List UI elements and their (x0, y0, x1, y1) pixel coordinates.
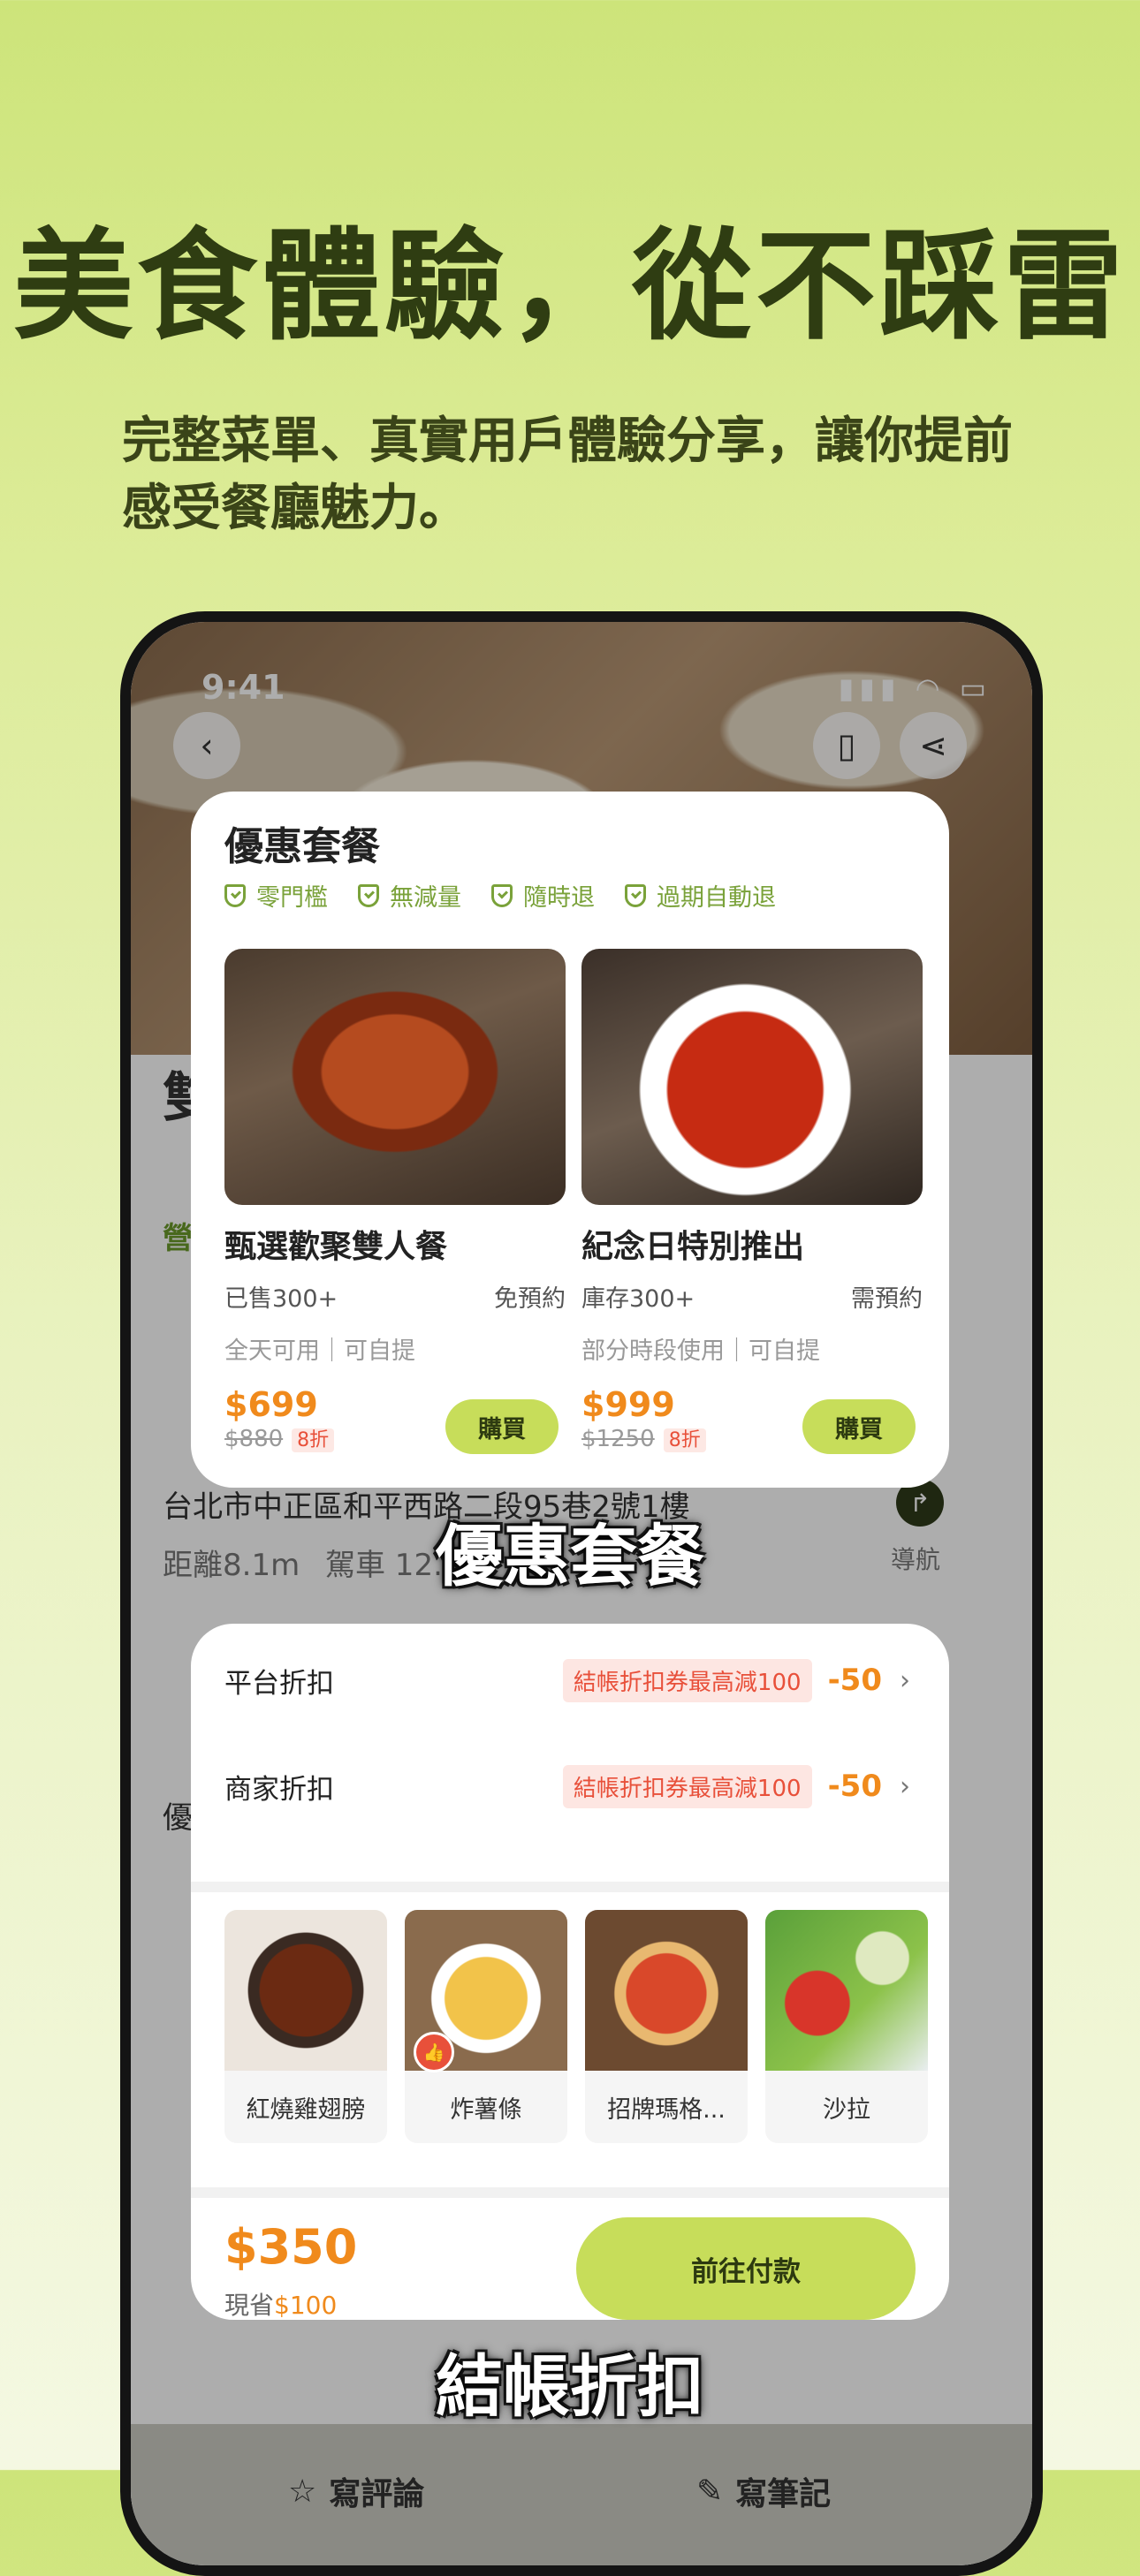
deal-sold: 已售300+ (224, 1285, 338, 1313)
write-notes-label: 寫筆記 (735, 2476, 832, 2512)
savings-amount: $100 (274, 2291, 338, 2320)
item-name: 招牌瑪格... (607, 2096, 726, 2124)
checkout-card: 平台折扣 結帳折扣券最高減100 -50 › 商家折扣 結帳折扣券最高減100 … (191, 1624, 949, 2320)
menu-item[interactable]: 👍 炸薯條 (405, 1910, 567, 2143)
menu-item[interactable]: 紅燒雞翅膀 (224, 1910, 387, 2143)
pen-icon: ✎ (696, 2473, 724, 2510)
deal-note: 部分時段使用｜可自提 (581, 1337, 820, 1365)
tag-item: 無減量 (358, 878, 461, 913)
pay-button[interactable]: 前往付款 (576, 2217, 916, 2320)
chevron-right-icon: › (900, 1770, 910, 1802)
tag-item: 隨時退 (491, 878, 595, 913)
thumbs-up-icon: 👍 (414, 2032, 454, 2072)
deals-title: 優惠套餐 (224, 824, 380, 869)
deal-item[interactable]: 甄選歡聚雙人餐 已售300+ 免預約 全天可用｜可自提 $699 $880 8折 購… (224, 949, 566, 1454)
write-review-label: 寫評論 (329, 2476, 425, 2512)
tag-item: 過期自動退 (625, 878, 776, 913)
item-image (224, 1910, 387, 2071)
deal-image (224, 949, 566, 1205)
item-image (765, 1910, 928, 2071)
discount-badge: 8折 (663, 1428, 706, 1452)
discount-label: 平台折扣 (224, 1667, 334, 1700)
total-price: $350 (224, 2219, 358, 2275)
deal-name: 甄選歡聚雙人餐 (224, 1229, 448, 1265)
tag-label: 隨時退 (523, 884, 595, 912)
discount-amount: -50 (827, 1663, 882, 1698)
deal-item[interactable]: 紀念日特別推出 庫存300+ 需預約 部分時段使用｜可自提 $999 $1250 8… (581, 949, 923, 1454)
tag-label: 無減量 (390, 884, 461, 912)
deal-image (581, 949, 923, 1205)
subline: 完整菜單、真實用戶體驗分享，讓你提前感受餐廳魅力。 (122, 413, 1013, 537)
shield-check-icon (358, 883, 379, 907)
item-name: 沙拉 (823, 2096, 870, 2124)
discount-amount: -50 (827, 1769, 882, 1804)
buy-button[interactable]: 購買 (802, 1399, 916, 1454)
item-image (585, 1910, 748, 2071)
deal-note: 全天可用｜可自提 (224, 1337, 415, 1365)
tag-item: 零門檻 (224, 878, 328, 913)
divider (191, 2187, 949, 2198)
coupon-badge: 結帳折扣券最高減100 (562, 1658, 812, 1702)
write-notes-tab[interactable]: ✎ 寫筆記 (696, 2468, 831, 2514)
deal-original-price: $1250 (581, 1426, 655, 1452)
deal-booking: 免預約 (494, 1285, 566, 1313)
tabbar: ☆ 寫評論 ✎ 寫筆記 (131, 2424, 1032, 2565)
deal-stock: 庫存300+ (581, 1285, 695, 1313)
deal-booking: 需預約 (851, 1285, 923, 1313)
headline: 美食體驗，從不踩雷 (13, 217, 1127, 357)
deal-name: 紀念日特別推出 (581, 1229, 805, 1265)
platform-discount-row[interactable]: 平台折扣 結帳折扣券最高減100 -50 › (224, 1654, 910, 1707)
shield-check-icon (625, 883, 646, 907)
tag-label: 過期自動退 (657, 884, 776, 912)
menu-items: 紅燒雞翅膀 👍 炸薯條 招牌瑪格... 沙拉 (224, 1910, 928, 2143)
shield-check-icon (491, 883, 513, 907)
savings-label: 現省 (224, 2291, 275, 2320)
discount-badge: 8折 (292, 1428, 335, 1452)
write-review-tab[interactable]: ☆ 寫評論 (288, 2468, 424, 2514)
buy-button[interactable]: 購買 (445, 1399, 559, 1454)
divider (191, 1882, 949, 1892)
discount-label: 商家折扣 (224, 1773, 334, 1806)
deals-card: 優惠套餐 零門檻 無減量 隨時退 過期自動退 甄選歡聚雙人餐 已售300+ 免預約… (191, 792, 949, 1488)
coupon-badge: 結帳折扣券最高減100 (562, 1764, 812, 1808)
deal-meta: 已售300+ 免預約 (224, 1279, 566, 1314)
menu-item[interactable]: 沙拉 (765, 1910, 928, 2143)
deal-original-price: $880 (224, 1426, 284, 1452)
caption-checkout: 結帳折扣 (436, 2347, 704, 2426)
tag-label: 零門檻 (256, 884, 328, 912)
caption-deals: 優惠套餐 (436, 1517, 704, 1595)
chevron-right-icon: › (900, 1664, 910, 1696)
savings: 現省$100 (224, 2286, 337, 2320)
menu-item[interactable]: 招牌瑪格... (585, 1910, 748, 2143)
deal-meta: 庫存300+ 需預約 (581, 1279, 923, 1314)
pay-bar: $350 現省$100 前往付款 (191, 2217, 949, 2320)
shield-check-icon (224, 883, 246, 907)
star-icon: ☆ (288, 2473, 317, 2510)
deal-tags: 零門檻 無減量 隨時退 過期自動退 (224, 878, 776, 913)
merchant-discount-row[interactable]: 商家折扣 結帳折扣券最高減100 -50 › (224, 1760, 910, 1813)
item-name: 紅燒雞翅膀 (246, 2096, 366, 2124)
item-name: 炸薯條 (450, 2096, 522, 2124)
